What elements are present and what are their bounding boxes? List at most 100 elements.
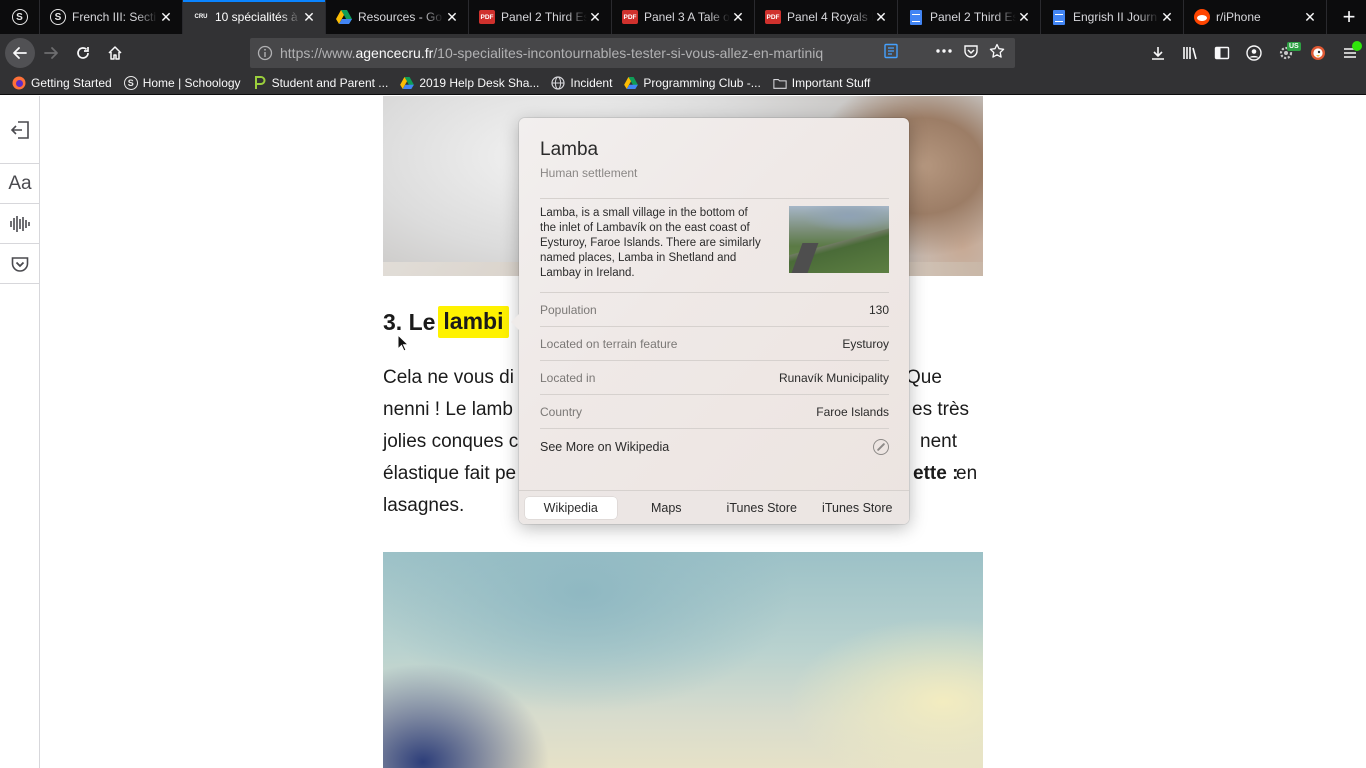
menu-button[interactable]	[1334, 37, 1366, 69]
tab-title: Panel 2 Third Es	[930, 10, 1016, 24]
bookmark-folder-important-stuff[interactable]: Important Stuff	[773, 76, 870, 90]
bookmark-programming-club[interactable]: Programming Club -...	[624, 76, 761, 90]
reader-toolbar: Aa	[0, 96, 40, 768]
url-bar[interactable]: https://www.agencecru.fr/10-specialites-…	[250, 38, 1015, 68]
fact-row-terrain: Located on terrain feature Eysturoy	[540, 337, 889, 351]
divider	[540, 198, 889, 199]
google-drive-icon	[336, 9, 352, 25]
reader-view-icon[interactable]	[883, 43, 899, 64]
tab-panel-2-pdf[interactable]: PDF Panel 2 Third Es ✕	[469, 0, 612, 34]
save-to-pocket-button[interactable]	[0, 244, 40, 284]
duckduckgo-extension-button[interactable]	[1302, 37, 1334, 69]
pinned-tab[interactable]: S	[0, 0, 40, 34]
tab-specialites[interactable]: CRU 10 spécialités à ✕	[183, 0, 326, 34]
fact-row-country: Country Faroe Islands	[540, 405, 889, 419]
mouse-cursor-icon	[397, 334, 409, 352]
tab-itunes-store-2[interactable]: iTunes Store	[812, 497, 904, 519]
close-tab-icon[interactable]: ✕	[444, 9, 460, 25]
tab-french-iii[interactable]: S French III: Secti ✕	[40, 0, 183, 34]
pdf-icon: PDF	[479, 9, 495, 25]
bookmark-schoology[interactable]: S Home | Schoology	[123, 76, 241, 90]
highlighted-word[interactable]: lambi	[438, 306, 509, 338]
close-reader-button[interactable]	[0, 96, 40, 164]
firefox-icon	[12, 76, 26, 90]
schoology-icon: S	[50, 9, 66, 25]
arrow-left-icon	[13, 47, 27, 59]
close-tab-icon[interactable]: ✕	[158, 9, 174, 25]
reload-button[interactable]	[67, 37, 99, 69]
forward-button[interactable]	[35, 37, 67, 69]
library-button[interactable]	[1174, 37, 1206, 69]
sidebar-button[interactable]	[1206, 37, 1238, 69]
library-icon	[1183, 47, 1197, 60]
bookmarks-toolbar: Getting Started S Home | Schoology Stude…	[0, 72, 1366, 95]
tab-title: Panel 4 Royals I	[787, 10, 873, 24]
schoology-icon: S	[11, 9, 28, 25]
page-actions-icon[interactable]	[935, 43, 953, 64]
see-more-wikipedia-link[interactable]: See More on Wikipedia	[540, 430, 889, 464]
close-tab-icon[interactable]: ✕	[873, 9, 889, 25]
type-controls-button[interactable]: Aa	[0, 164, 40, 204]
lookup-thumbnail	[789, 206, 889, 273]
tab-resources[interactable]: Resources - Go ✕	[326, 0, 469, 34]
url-text[interactable]: https://www.agencecru.fr/10-specialites-…	[280, 45, 873, 61]
close-tab-icon[interactable]: ✕	[587, 9, 603, 25]
tab-maps[interactable]: Maps	[621, 497, 713, 519]
bookmark-help-desk[interactable]: 2019 Help Desk Sha...	[400, 76, 539, 90]
tab-r-iphone[interactable]: r/iPhone ✕	[1184, 0, 1327, 34]
tab-panel-3-pdf[interactable]: PDF Panel 3 A Tale o ✕	[612, 0, 755, 34]
google-drive-icon	[400, 76, 415, 90]
tab-title: French III: Secti	[72, 10, 157, 24]
downloads-button[interactable]	[1142, 37, 1174, 69]
account-icon	[1246, 45, 1262, 61]
sidebar-icon	[1214, 46, 1230, 60]
close-tab-icon[interactable]: ✕	[1016, 9, 1032, 25]
account-button[interactable]	[1238, 37, 1270, 69]
tab-engrish-doc[interactable]: Engrish II Journ ✕	[1041, 0, 1184, 34]
bookmark-student-parent[interactable]: Student and Parent ...	[253, 76, 388, 90]
lookup-title: Lamba	[540, 139, 599, 160]
back-button[interactable]	[5, 38, 35, 68]
cru-icon: CRU	[194, 14, 208, 20]
schoology-icon: S	[123, 76, 138, 90]
home-button[interactable]	[99, 37, 131, 69]
tab-panel-2-doc[interactable]: Panel 2 Third Es ✕	[898, 0, 1041, 34]
tab-strip: S S French III: Secti ✕ CRU 10 spécialit…	[0, 0, 1366, 34]
arrow-right-icon	[44, 47, 58, 59]
bookmark-star-icon[interactable]	[989, 43, 1005, 64]
close-tab-icon[interactable]: ✕	[730, 9, 746, 25]
divider	[540, 428, 889, 429]
pdf-icon: PDF	[765, 9, 781, 25]
tab-itunes-store[interactable]: iTunes Store	[716, 497, 808, 519]
close-tab-icon[interactable]: ✕	[1302, 9, 1318, 25]
google-docs-icon	[908, 9, 924, 25]
close-tab-icon[interactable]: ✕	[301, 9, 317, 25]
tab-title: 10 spécialités à	[215, 10, 298, 24]
site-info-icon[interactable]	[250, 45, 280, 61]
audio-waveform-icon	[10, 215, 30, 232]
lookup-source-tabs: Wikipedia Maps iTunes Store iTunes Store	[519, 490, 909, 524]
tab-title: Panel 2 Third Es	[501, 10, 587, 24]
globe-icon	[551, 76, 565, 90]
vpn-extension-button[interactable]: US	[1270, 37, 1302, 69]
us-badge: US	[1287, 42, 1301, 51]
narrate-button[interactable]	[0, 204, 40, 244]
navigation-toolbar: https://www.agencecru.fr/10-specialites-…	[0, 34, 1366, 72]
lookup-subtitle: Human settlement	[540, 166, 638, 180]
font-size-icon: Aa	[8, 172, 32, 194]
tab-title: Resources - Go	[358, 10, 443, 24]
pocket-icon	[11, 256, 29, 272]
close-tab-icon[interactable]: ✕	[1159, 9, 1175, 25]
lookup-description: Lamba, is a small village in the bottom …	[540, 207, 761, 279]
tab-wikipedia[interactable]: Wikipedia	[525, 496, 617, 519]
bookmark-incident[interactable]: Incident	[551, 76, 612, 90]
new-tab-button[interactable]: +	[1332, 0, 1366, 34]
duckduckgo-icon	[1311, 46, 1325, 60]
home-icon	[108, 46, 122, 60]
google-docs-icon	[1051, 9, 1067, 25]
tab-title: r/iPhone	[1216, 10, 1261, 24]
tab-panel-4-pdf[interactable]: PDF Panel 4 Royals I ✕	[755, 0, 898, 34]
folder-icon	[773, 76, 787, 90]
pocket-icon[interactable]	[963, 43, 979, 64]
bookmark-getting-started[interactable]: Getting Started	[12, 76, 112, 90]
